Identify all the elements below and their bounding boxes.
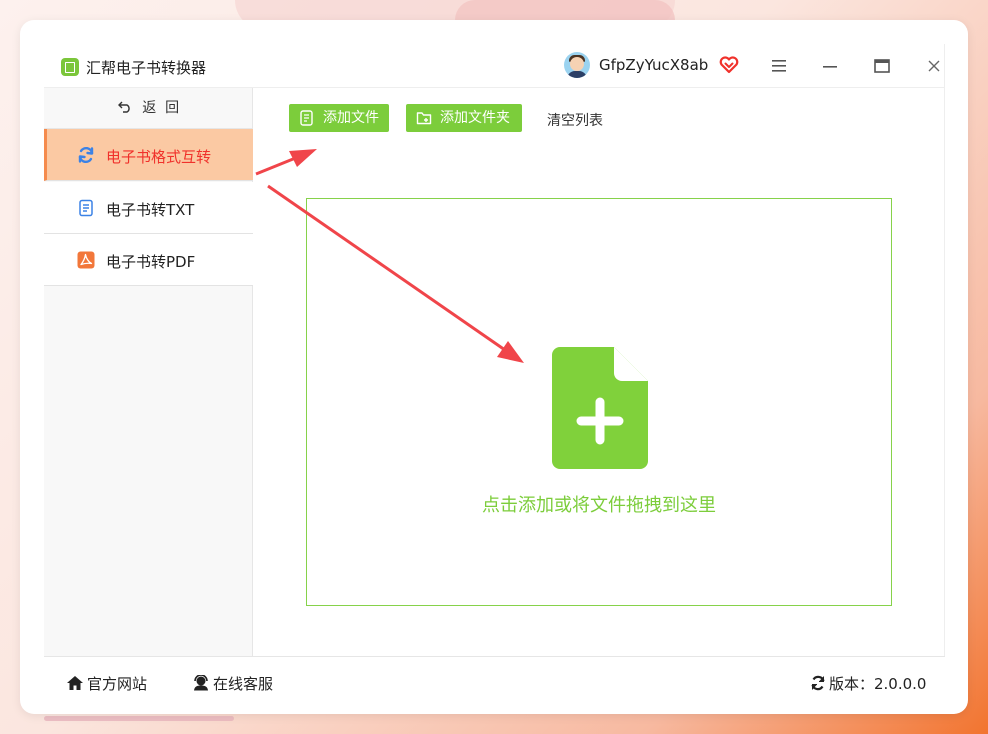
- sidebar-item-format-convert[interactable]: 电子书格式互转: [44, 129, 253, 181]
- app-window: 汇帮电子书转换器 GfpZyYucX8ab 返 回 电子书格式互转 电子书转TX…: [20, 20, 968, 714]
- avatar[interactable]: [564, 52, 590, 78]
- sidebar-item-label: 电子书格式互转: [106, 148, 212, 166]
- sidebar: 返 回 电子书格式互转 电子书转TXT 电子书转PDF: [44, 88, 253, 656]
- book-icon: [61, 58, 79, 76]
- username[interactable]: GfpZyYucX8ab: [599, 56, 708, 74]
- official-site-label: 官方网站: [87, 675, 148, 693]
- customer-service-label: 在线客服: [213, 675, 274, 693]
- sidebar-item-label: 电子书转PDF: [106, 253, 196, 271]
- menu-button[interactable]: [767, 54, 791, 78]
- clear-list-button[interactable]: 清空列表: [547, 110, 603, 130]
- version-info[interactable]: 版本：2.0.0.0: [810, 673, 926, 694]
- add-folder-button[interactable]: 添加文件夹: [406, 104, 522, 132]
- back-label: 返 回: [142, 100, 180, 116]
- add-file-button[interactable]: 添加文件: [289, 104, 389, 132]
- minimize-button[interactable]: [818, 54, 842, 78]
- add-file-icon: [300, 110, 313, 126]
- vip-heart-icon[interactable]: [719, 55, 739, 75]
- close-button[interactable]: [922, 54, 946, 78]
- file-drop-zone[interactable]: 点击添加或将文件拖拽到这里: [306, 198, 892, 606]
- document-icon: [79, 199, 93, 217]
- menu-icon: [772, 60, 786, 72]
- sidebar-item-label: 电子书转TXT: [106, 201, 195, 219]
- maximize-button[interactable]: [870, 54, 894, 78]
- app-content: 汇帮电子书转换器 GfpZyYucX8ab 返 回 电子书格式互转 电子书转TX…: [44, 44, 945, 708]
- background-strip: [44, 716, 234, 721]
- maximize-icon: [874, 59, 890, 73]
- add-folder-icon: [416, 112, 432, 125]
- title-bar: 汇帮电子书转换器 GfpZyYucX8ab: [44, 44, 945, 88]
- official-site-link[interactable]: 官方网站: [66, 673, 147, 694]
- customer-service-link[interactable]: 在线客服: [192, 673, 273, 694]
- drop-zone-text: 点击添加或将文件拖拽到这里: [482, 495, 716, 516]
- close-icon: [928, 60, 940, 72]
- sidebar-item-to-txt[interactable]: 电子书转TXT: [44, 182, 253, 234]
- back-button[interactable]: 返 回: [44, 88, 253, 129]
- pdf-icon: [77, 251, 95, 269]
- file-plus-icon: [552, 347, 648, 469]
- add-folder-label: 添加文件夹: [440, 110, 510, 126]
- headset-icon: [194, 675, 208, 691]
- sidebar-item-to-pdf[interactable]: 电子书转PDF: [44, 234, 253, 286]
- refresh-icon: [78, 146, 94, 164]
- version-label: 版本：2.0.0.0: [829, 675, 927, 693]
- home-icon: [67, 676, 83, 690]
- add-file-label: 添加文件: [323, 110, 379, 126]
- refresh-icon: [811, 675, 825, 691]
- footer: 官方网站 在线客服 版本：2.0.0.0: [44, 656, 945, 708]
- minimize-icon: [823, 66, 837, 68]
- back-arrow-icon: [117, 101, 130, 113]
- app-title: 汇帮电子书转换器: [86, 59, 207, 77]
